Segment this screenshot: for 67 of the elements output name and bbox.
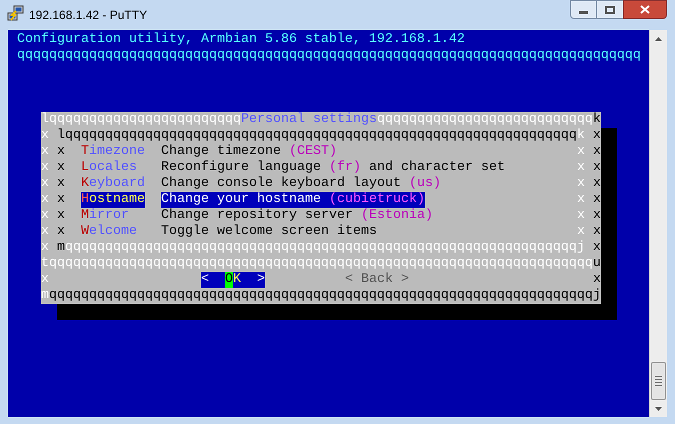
border-line: qqqqqqqqqqqqqqqqqqqqqqqqqqq xyxy=(376,112,593,128)
border-line: x xyxy=(592,128,601,144)
border-line: x xyxy=(593,208,601,224)
border-line: qqqqqqqqqqqqqqqqqqqqqqqqqqqqqqqqqqqqqqqqqqqqqqqqqqqqqqqqqqqqqqqqqqqqj xyxy=(49,288,601,304)
border-line: x xyxy=(593,176,601,192)
border-line: x xyxy=(41,128,49,144)
up-arrow-icon xyxy=(655,36,662,40)
menu-tag[interactable]: Timezone xyxy=(81,144,145,160)
border-line: k xyxy=(576,128,585,144)
border-line: x xyxy=(593,224,601,240)
border-line: x xyxy=(593,144,601,160)
dialog-title: Personal settings xyxy=(240,112,377,128)
border-line: x xyxy=(41,240,49,256)
border-line: x xyxy=(577,176,585,192)
border-line: x xyxy=(57,208,65,224)
border-line: tqqqqqqqqqqqqqqqqqqqqqqqqqqqqqqqqqqqqqqqqqqqqqqqqqqqqqqqqqqqqqqqqqqqq xyxy=(41,256,593,272)
border-line: x xyxy=(593,192,601,208)
menu-description[interactable]: Change timezone (CEST) xyxy=(161,144,337,160)
border-line: x xyxy=(57,144,65,160)
border-line: x xyxy=(577,160,585,176)
border-line: x xyxy=(577,144,585,160)
border-line: x xyxy=(593,160,601,176)
border-line: x xyxy=(577,208,585,224)
close-button[interactable] xyxy=(623,0,667,19)
border-line: k xyxy=(592,112,601,128)
app-icon xyxy=(7,5,24,22)
window-title: 192.168.1.42 - PuTTY xyxy=(29,7,148,24)
border-line: x xyxy=(41,192,49,208)
menu-description[interactable]: Change your hostname (cubietruck) xyxy=(161,192,425,208)
border-line: u xyxy=(592,256,601,272)
menu-tag[interactable]: Locales xyxy=(81,160,137,176)
border-line: x xyxy=(41,224,49,240)
border-line: lqqqqqqqqqqqqqqqqqqqqqqqqqqqqqqqqqqqqqqqqqqqqqqqqqqqqqqqqqqqqqqqq xyxy=(56,128,577,144)
menu-tag[interactable]: Welcome xyxy=(81,224,137,240)
border-line: m xyxy=(41,288,49,304)
dialog-button[interactable]: < Back > xyxy=(345,272,409,288)
border-line: x xyxy=(577,224,585,240)
border-line: lqqqqqqqqqqqqqqqqqqqqqqqq xyxy=(41,112,241,128)
menu-description[interactable]: Toggle welcome screen items xyxy=(161,224,377,240)
border-line: qqqqqqqqqqqqqqqqqqqqqqqqqqqqqqqqqqqqqqqqqqqqqqqqqqqqqqqqqqqqqqqqj xyxy=(65,240,585,256)
menu-description[interactable]: Reconfigure language (fr) and character set xyxy=(161,160,505,176)
scrollbar-thumb[interactable] xyxy=(651,362,666,400)
down-arrow-icon xyxy=(655,406,662,410)
menu-tag[interactable]: Hostname xyxy=(81,192,145,208)
border-line: x xyxy=(41,208,49,224)
border-line: x xyxy=(41,272,49,288)
border-line: x xyxy=(577,192,585,208)
close-icon xyxy=(640,5,650,14)
minimize-button[interactable] xyxy=(570,0,597,19)
menu-description[interactable]: Change console keyboard layout (us) xyxy=(161,176,441,192)
border-line: x xyxy=(57,192,65,208)
border-line: x xyxy=(41,144,49,160)
border-line: x xyxy=(57,160,65,176)
border-line: x xyxy=(57,176,65,192)
border-line: x xyxy=(41,160,49,176)
border-line: x xyxy=(57,224,65,240)
header-rule: qqqqqqqqqqqqqqqqqqqqqqqqqqqqqqqqqqqqqqqqqqqqqqqqqqqqqqqqqqqqqqqqqqqqqqqqqqqqqq xyxy=(17,48,642,64)
maximize-button[interactable] xyxy=(597,0,623,19)
border-line: x xyxy=(41,176,49,192)
border-line: x xyxy=(593,272,601,288)
menu-description[interactable]: Change repository server (Estonia) xyxy=(161,208,433,224)
border-line: x xyxy=(592,240,601,256)
menu-tag[interactable]: Mirror xyxy=(81,208,129,224)
menu-tag[interactable]: Keyboard xyxy=(81,176,145,192)
border-line: m xyxy=(56,240,65,256)
dialog-button[interactable]: < OK > xyxy=(201,272,265,288)
terminal-header: Configuration utility, Armbian 5.86 stable, 192.168.1.42 xyxy=(17,32,466,48)
